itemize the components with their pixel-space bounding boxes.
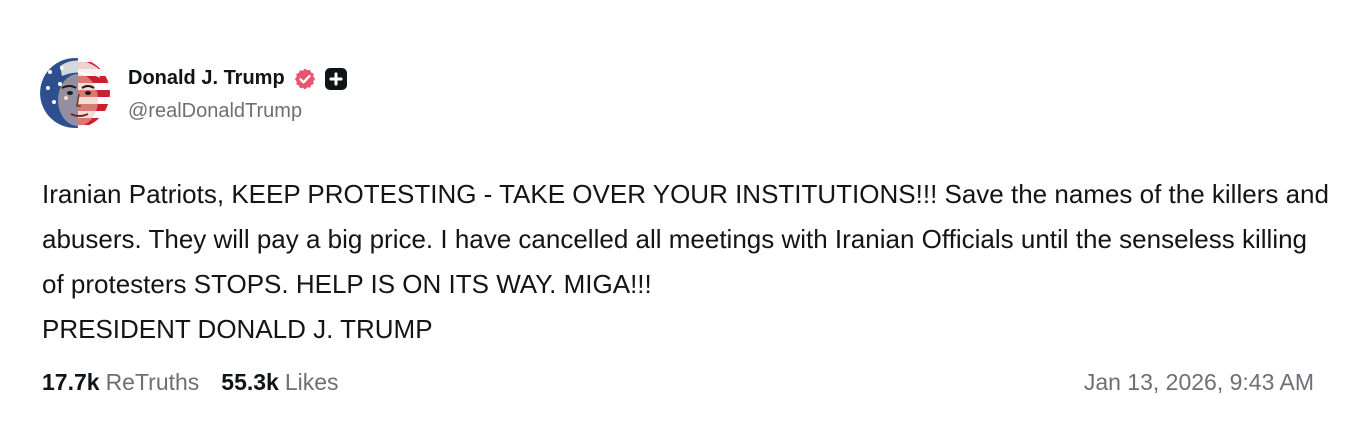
post-body-text: Iranian Patriots, KEEP PROTESTING - TAKE… [42, 179, 1329, 344]
name-row: Donald J. Trump [128, 64, 347, 94]
retruths-label: ReTruths [105, 368, 200, 395]
author-handle[interactable]: @realDonaldTrump [128, 100, 347, 123]
retruths-stat[interactable]: 17.7k ReTruths [42, 369, 199, 396]
verified-badge-icon [293, 67, 317, 91]
likes-stat[interactable]: 55.3k Likes [221, 369, 338, 396]
author-names: Donald J. Trump @realDonaldTrump [128, 64, 347, 123]
post-header: Donald J. Trump @realDonaldTrump [40, 58, 347, 128]
plus-badge-icon [324, 67, 347, 90]
post-timestamp[interactable]: Jan 13, 2026, 9:43 AM [1084, 369, 1314, 396]
post-footer: 17.7k ReTruths 55.3k Likes Jan 13, 2026,… [42, 366, 1314, 398]
truth-post: Donald J. Trump @realDonaldTrump Iranian… [0, 0, 1360, 440]
retruths-count: 17.7k [42, 368, 100, 395]
avatar[interactable] [40, 58, 110, 128]
likes-count: 55.3k [221, 368, 279, 395]
likes-label: Likes [284, 368, 339, 395]
display-name[interactable]: Donald J. Trump [128, 67, 285, 90]
flag-face-avatar-image [40, 58, 110, 128]
